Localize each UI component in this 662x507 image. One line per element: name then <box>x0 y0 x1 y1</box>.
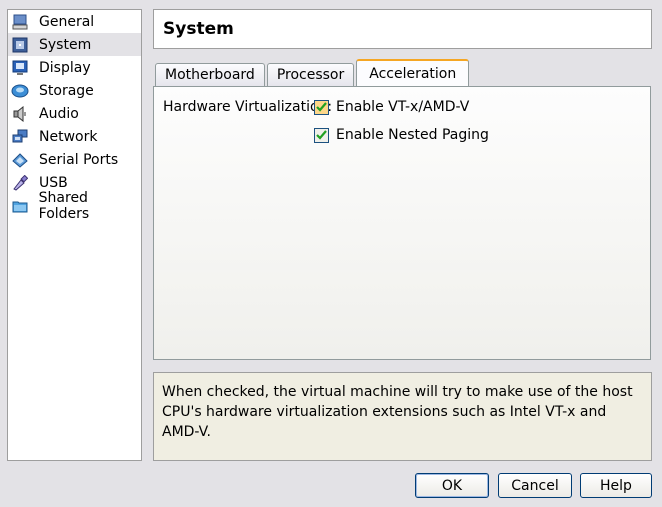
sidebar-item-storage[interactable]: Storage <box>8 79 141 102</box>
cancel-button[interactable]: Cancel <box>498 473 572 498</box>
page-title: System <box>163 19 234 39</box>
description-box: When checked, the virtual machine will t… <box>153 372 652 461</box>
usb-icon <box>11 174 29 192</box>
checkmark-icon <box>316 129 327 140</box>
monitor-icon <box>11 13 29 31</box>
tab-processor[interactable]: Processor <box>266 63 355 86</box>
sidebar-item-label: Storage <box>39 82 94 99</box>
chip-icon <box>11 36 29 54</box>
sidebar-item-system[interactable]: System <box>8 33 141 56</box>
sidebar-item-label: Network <box>39 128 98 145</box>
sidebar-item-network[interactable]: Network <box>8 125 141 148</box>
sidebar-item-label: Shared Folders <box>38 189 90 222</box>
network-icon <box>11 128 29 146</box>
checkmark-icon <box>316 101 327 112</box>
sidebar-item-label: System <box>39 36 92 53</box>
tab-bar: Motherboard Processor Acceleration <box>155 59 471 86</box>
sidebar-item-serial-ports[interactable]: Serial Ports <box>8 148 141 171</box>
tab-motherboard[interactable]: Motherboard <box>155 63 265 86</box>
enable-vtx-checkbox[interactable] <box>314 99 329 115</box>
enable-nested-paging-option[interactable]: Enable Nested Paging <box>314 127 489 143</box>
sidebar-item-audio[interactable]: Audio <box>8 102 141 125</box>
enable-vtx-label[interactable]: Enable VT-x/AMD-V <box>336 99 469 115</box>
sidebar-item-shared-folders[interactable]: Shared Folders <box>8 190 141 222</box>
sidebar-item-general[interactable]: General <box>8 10 141 33</box>
enable-nested-paging-label[interactable]: Enable Nested Paging <box>336 127 489 143</box>
sidebar-item-label: Audio <box>39 105 79 122</box>
settings-category-list[interactable]: General System Display Storage Audio Net… <box>7 9 142 461</box>
sidebar-item-label: USB <box>39 174 68 191</box>
sidebar-item-label: Serial Ports <box>39 151 119 168</box>
serial-port-icon <box>11 151 29 169</box>
hardware-virtualization-label: Hardware Virtualization: <box>163 99 333 115</box>
tab-acceleration[interactable]: Acceleration <box>356 59 470 86</box>
page-header: System <box>153 9 652 49</box>
sidebar-item-label: General <box>39 13 95 30</box>
enable-nested-paging-checkbox[interactable] <box>314 127 329 143</box>
disk-icon <box>11 82 29 100</box>
enable-vtx-option[interactable]: Enable VT-x/AMD-V <box>314 99 469 115</box>
sidebar-item-display[interactable]: Display <box>8 56 141 79</box>
display-icon <box>11 59 29 77</box>
ok-button[interactable]: OK <box>415 473 489 498</box>
sidebar-item-label: Display <box>39 59 91 76</box>
help-button[interactable]: Help <box>580 473 652 498</box>
description-text: When checked, the virtual machine will t… <box>162 384 633 440</box>
folder-icon <box>11 197 29 215</box>
acceleration-panel: Hardware Virtualization: Enable VT-x/AMD… <box>153 86 651 360</box>
speaker-icon <box>11 105 29 123</box>
